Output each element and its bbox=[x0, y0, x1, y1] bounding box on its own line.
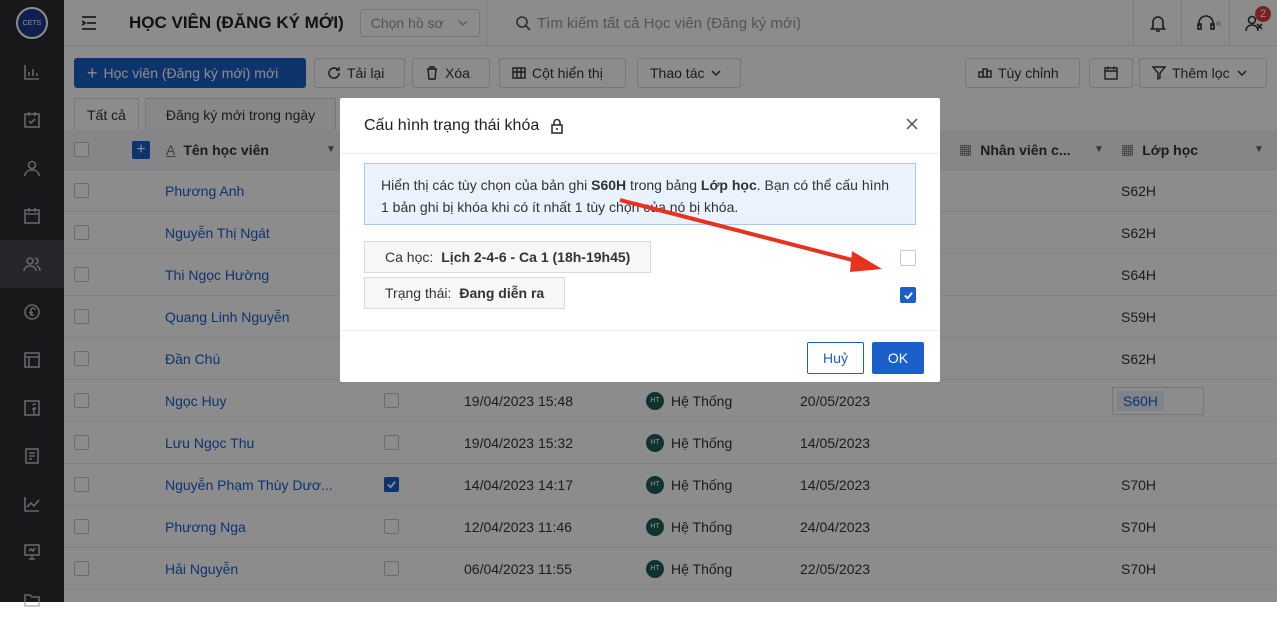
record-name: S60H bbox=[591, 177, 627, 193]
cancel-button[interactable]: Huỷ bbox=[807, 342, 864, 374]
lock-option-shift-checkbox[interactable] bbox=[900, 250, 916, 266]
option-label: Ca học: bbox=[385, 249, 434, 265]
lock-config-dialog: Cấu hình trạng thái khóa Hiển thị các tù… bbox=[340, 98, 940, 382]
ok-button[interactable]: OK bbox=[872, 342, 924, 374]
option-label: Trạng thái: bbox=[385, 285, 452, 301]
close-button[interactable] bbox=[904, 116, 920, 135]
check-icon bbox=[903, 291, 913, 300]
option-value: Đang diễn ra bbox=[459, 285, 545, 301]
info-message: Hiển thị các tùy chọn của bản ghi S60H t… bbox=[364, 163, 916, 225]
lock-icon bbox=[551, 118, 564, 134]
option-status: Trạng thái: Đang diễn ra bbox=[364, 277, 566, 309]
close-icon bbox=[906, 118, 918, 130]
dialog-title: Cấu hình trạng thái khóa bbox=[364, 116, 540, 134]
option-shift: Ca học: Lịch 2-4-6 - Ca 1 (18h-19h45) bbox=[364, 241, 652, 273]
table-name: Lớp học bbox=[700, 177, 757, 193]
lock-option-status-checkbox[interactable] bbox=[900, 287, 916, 303]
dialog-header: Cấu hình trạng thái khóa bbox=[340, 98, 940, 154]
dialog-footer: Huỷ OK bbox=[340, 330, 940, 382]
option-value: Lịch 2-4-6 - Ca 1 (18h-19h45) bbox=[441, 249, 631, 265]
